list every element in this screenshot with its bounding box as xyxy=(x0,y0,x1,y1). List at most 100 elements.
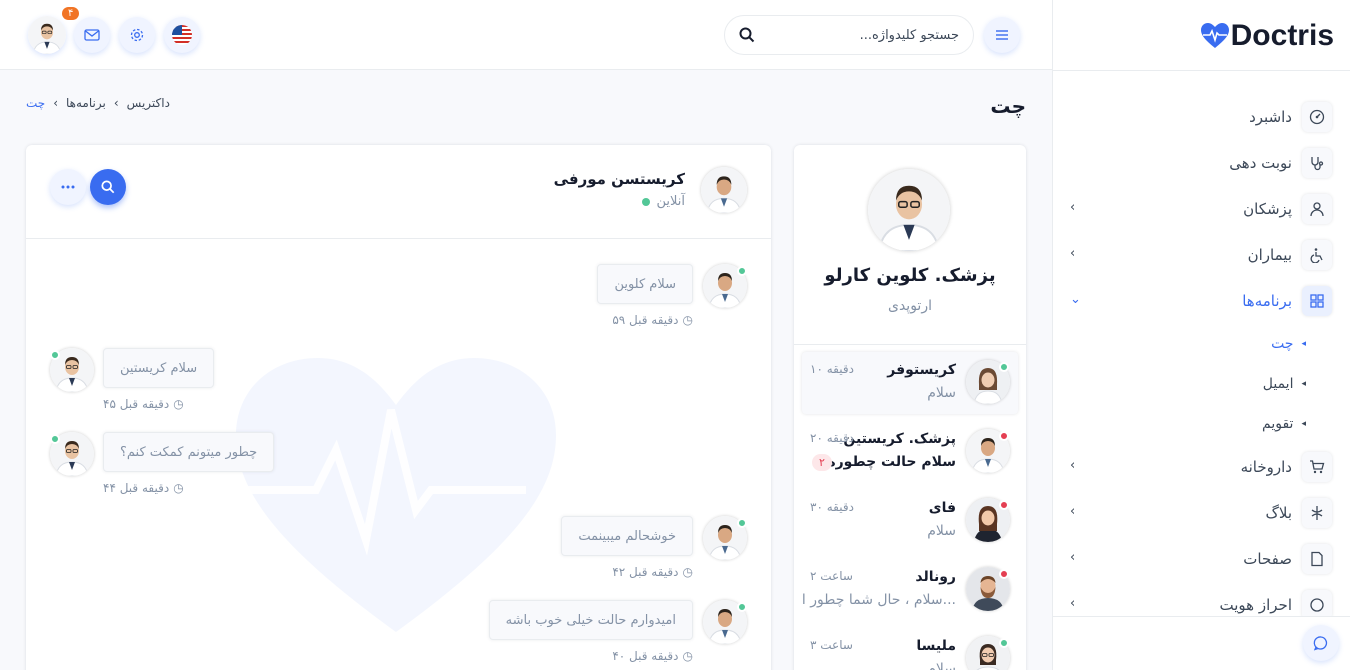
user-avatar-button[interactable] xyxy=(28,16,66,54)
avatar xyxy=(701,167,747,213)
divider xyxy=(794,344,1026,345)
sidebar-subitem-label: ایمیل xyxy=(1262,376,1294,392)
sidebar-item-label: پزشکان xyxy=(1243,200,1292,218)
online-dot xyxy=(642,197,651,206)
more-options-button[interactable] xyxy=(50,169,86,205)
user-icon xyxy=(1302,194,1332,224)
sidebar-menu: داشبرد نوبت دهی ‹ پزشکان ‹ بیماران ⌄ برن… xyxy=(1068,94,1332,628)
sidebar-item-label: بلاگ xyxy=(1265,504,1292,522)
status-dot xyxy=(999,362,1009,372)
search-input[interactable] xyxy=(755,27,959,43)
logo[interactable]: Doctris xyxy=(1200,16,1334,56)
breadcrumb-link[interactable]: برنامه‌ها xyxy=(66,96,106,110)
gear-icon xyxy=(130,28,144,42)
stethoscope-icon xyxy=(1302,148,1332,178)
conversation-item[interactable]: رونالد سلام ، حال شما چطور ا... ۲ ساعت xyxy=(802,559,1018,621)
sidebar-divider xyxy=(1053,70,1350,71)
sidebar-item-pages[interactable]: ‹ صفحات xyxy=(1068,536,1332,582)
chevron-left-icon: ‹ xyxy=(1070,550,1076,565)
profile-card: پزشک. کلوین کارلو ارتوپدی کریستوفر سلام … xyxy=(794,145,1026,670)
message-time-text: ۴۵ دقیقه قبل xyxy=(103,397,170,411)
chevron-down-icon: ⌄ xyxy=(1070,292,1081,307)
dashboard-icon xyxy=(1302,102,1332,132)
conversation-preview: سلام ، حال شما چطور ا... xyxy=(801,592,956,608)
chat-contact-status: آنلاین xyxy=(642,194,685,209)
hamburger-icon xyxy=(996,30,1008,40)
apps-grid-icon xyxy=(1302,286,1332,316)
message-time-text: ۵۹ دقیقه قبل xyxy=(612,313,679,327)
conversation-name: ملیسا xyxy=(916,638,956,654)
conversation-time: ۱۰ دقیقه xyxy=(810,362,854,376)
mail-button[interactable] xyxy=(74,17,110,53)
breadcrumb-separator: ‹ xyxy=(113,96,119,110)
search-icon[interactable] xyxy=(739,27,755,43)
file-icon xyxy=(1302,544,1332,574)
caret-icon: ◂ xyxy=(1301,379,1306,389)
mail-icon xyxy=(84,29,100,41)
conversation-preview: سلام xyxy=(927,385,956,401)
status-dot xyxy=(999,638,1009,648)
message-bubble: خوشحالم میبینمت xyxy=(561,516,693,556)
sidebar-subitem-label: تقویم xyxy=(1262,416,1294,432)
sidebar-item-label: برنامه‌ها xyxy=(1242,292,1292,310)
status-dot xyxy=(999,500,1009,510)
sidebar-subitem-label: چت xyxy=(1271,336,1294,352)
status-dot xyxy=(999,431,1009,441)
status-dot xyxy=(50,434,60,444)
clock-icon: ◷ xyxy=(173,481,184,495)
sidebar-item-label: احراز هویت xyxy=(1219,596,1292,614)
breadcrumb: چت ‹ برنامه‌ها ‹ داکتریس xyxy=(26,96,170,110)
chat-bubble-icon[interactable] xyxy=(1303,625,1339,661)
message-time: ۴۵ دقیقه قبل ◷ xyxy=(103,397,184,411)
sidebar-item-patients[interactable]: ‹ بیماران xyxy=(1068,232,1332,278)
brand-name: Doctris xyxy=(1230,19,1334,52)
sidebar-item-apps[interactable]: ⌄ برنامه‌ها xyxy=(1068,278,1332,324)
sidebar-item-dashboard[interactable]: داشبرد xyxy=(1068,94,1332,140)
avatar xyxy=(28,16,66,54)
page-title: چت xyxy=(990,94,1026,118)
status-dot xyxy=(737,602,747,612)
sidebar-footer xyxy=(1053,616,1350,670)
message-time: ۵۹ دقیقه قبل ◷ xyxy=(612,313,693,327)
message-time-text: ۴۰ دقیقه قبل xyxy=(612,649,679,663)
language-button[interactable] xyxy=(164,17,200,53)
us-flag-icon xyxy=(172,25,192,45)
conversation-preview: سلام xyxy=(927,661,956,670)
caret-icon: ◂ xyxy=(1301,339,1306,349)
menu-toggle-button[interactable] xyxy=(984,17,1020,53)
conversation-item[interactable]: پزشک. کریستین سلام حالت چطوره؟ ۲۰ دقیقه … xyxy=(802,421,1018,483)
message-time: ۴۴ دقیقه قبل ◷ xyxy=(103,481,184,495)
message-bubble: چطور میتونم کمکت کنم؟ xyxy=(103,432,275,472)
heart-watermark-icon xyxy=(226,350,566,639)
sidebar-subitem-chat[interactable]: چت ◂ xyxy=(1068,324,1332,364)
caret-icon: ◂ xyxy=(1301,419,1306,429)
conversation-item[interactable]: فای سلام ۳۰ دقیقه xyxy=(802,490,1018,552)
breadcrumb-separator: ‹ xyxy=(53,96,59,110)
sidebar-item-appointment[interactable]: نوبت دهی xyxy=(1068,140,1332,186)
conversation-item[interactable]: ملیسا سلام ۳ ساعت xyxy=(802,628,1018,670)
sidebar-subitem-calendar[interactable]: تقویم ◂ xyxy=(1068,404,1332,444)
flower-icon xyxy=(1302,498,1332,528)
sidebar-item-doctors[interactable]: ‹ پزشکان xyxy=(1068,186,1332,232)
sidebar-item-blog[interactable]: ‹ بلاگ xyxy=(1068,490,1332,536)
topbar: ۴ xyxy=(0,0,1052,70)
sidebar-item-pharmacy[interactable]: ‹ داروخانه xyxy=(1068,444,1332,490)
profile-avatar xyxy=(868,169,950,251)
profile-name: پزشک. کلوین کارلو xyxy=(824,265,996,286)
unread-count-badge: ۲ xyxy=(812,454,832,471)
sidebar-subitem-email[interactable]: ایمیل ◂ xyxy=(1068,364,1332,404)
conversation-name: کریستوفر xyxy=(887,362,956,378)
chevron-left-icon: ‹ xyxy=(1070,200,1076,215)
conversation-item[interactable]: کریستوفر سلام ۱۰ دقیقه xyxy=(802,352,1018,414)
breadcrumb-current: چت xyxy=(26,96,46,110)
settings-button[interactable] xyxy=(119,17,155,53)
breadcrumb-link[interactable]: داکتریس xyxy=(127,96,170,110)
clock-icon: ◷ xyxy=(682,649,693,663)
heart-pulse-logo-icon xyxy=(1200,23,1229,48)
message-bubble: سلام کریستین xyxy=(103,348,215,388)
clock-icon: ◷ xyxy=(682,565,693,579)
chat-search-button[interactable] xyxy=(90,169,126,205)
status-dot xyxy=(737,266,747,276)
chat-contact-name: کریستسن مورفی xyxy=(553,170,685,188)
chevron-left-icon: ‹ xyxy=(1070,458,1076,473)
